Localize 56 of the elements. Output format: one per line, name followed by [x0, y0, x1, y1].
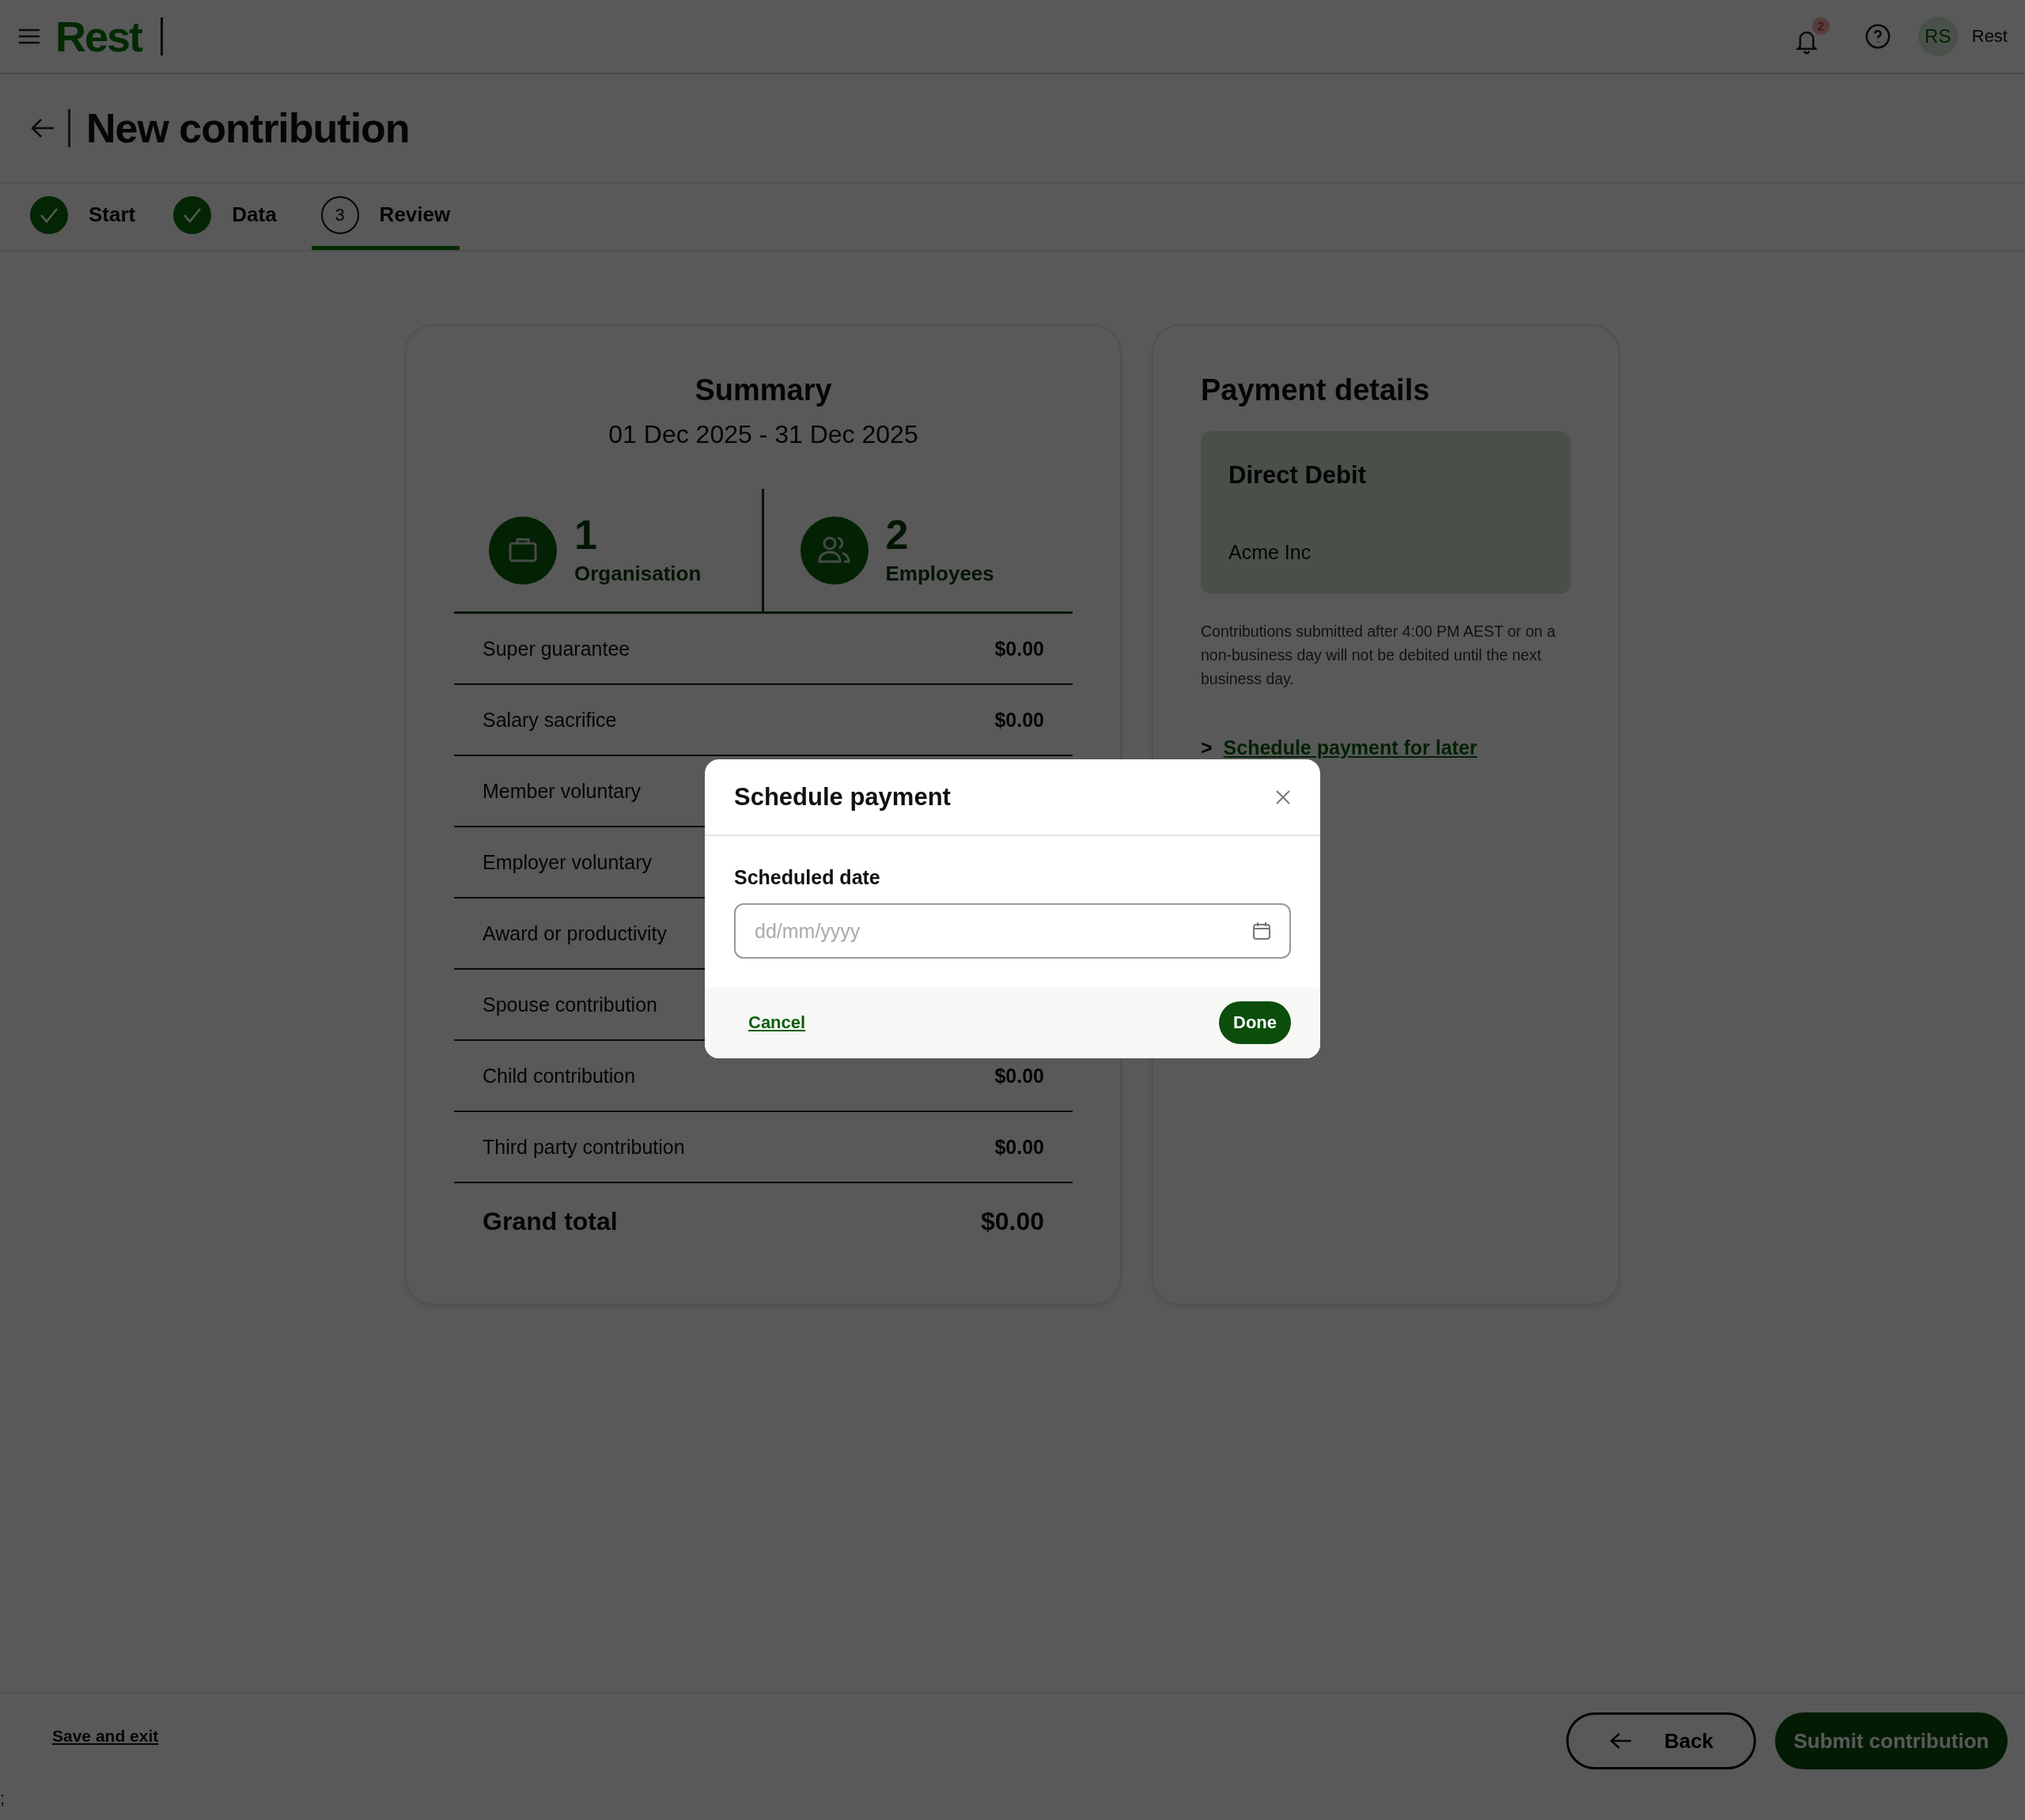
user-name[interactable]: Rest: [1971, 26, 2008, 47]
close-icon[interactable]: [1275, 789, 1291, 805]
notification-button[interactable]: 2: [1792, 17, 1830, 55]
date-input-field[interactable]: dd/mm/yyyy: [734, 903, 1291, 959]
calendar-icon[interactable]: [1251, 921, 1272, 941]
submit-button[interactable]: Submit contribution: [1775, 1712, 2008, 1769]
help-icon[interactable]: [1864, 23, 1891, 50]
notification-badge: 2: [1811, 17, 1830, 35]
user-avatar[interactable]: RS: [1917, 17, 1958, 56]
stat-value: 2: [885, 514, 910, 555]
total-label: Grand total: [483, 1206, 618, 1236]
dialog-title: Schedule payment: [734, 782, 951, 812]
row-label: Salary sacrifice: [483, 708, 617, 732]
check-circle-icon: [173, 195, 212, 234]
row-label: Third party contribution: [483, 1135, 685, 1159]
cancel-link[interactable]: Cancel: [748, 1012, 806, 1033]
method-payer: Acme Inc: [1228, 541, 1312, 564]
step-tab[interactable]: Start: [27, 184, 139, 250]
stat-label: Employees: [885, 562, 994, 586]
field-label: Scheduled date: [734, 866, 881, 889]
save-exit-link[interactable]: Save and exit: [52, 1727, 159, 1746]
row-amount: $0.00: [994, 637, 1044, 660]
row-label: Child contribution: [483, 1064, 636, 1088]
payment-method-card[interactable]: Direct Debit Acme Inc: [1201, 431, 1571, 594]
row-label: Super guarantee: [483, 637, 630, 660]
step-tab[interactable]: Data: [170, 184, 280, 250]
summary-period: 01 Dec 2025 - 31 Dec 2025: [608, 420, 919, 449]
row-amount: $0.00: [994, 1135, 1044, 1159]
row-label: Award or productivity: [483, 921, 667, 945]
stat-value: 1: [574, 514, 598, 555]
step-number: 3: [320, 195, 359, 234]
back-arrow-icon: [1608, 1731, 1633, 1750]
row-label: Employer voluntary: [483, 850, 652, 874]
row-amount: $0.00: [994, 1064, 1044, 1088]
people-icon: [800, 516, 869, 585]
summary-title: Summary: [694, 373, 833, 407]
method-title: Direct Debit: [1228, 461, 1367, 490]
menu-icon[interactable]: [17, 28, 41, 45]
logo[interactable]: Rest: [55, 12, 142, 61]
done-button[interactable]: Done: [1219, 1001, 1291, 1044]
chevron-marker: >: [1201, 736, 1213, 759]
stray-text: ;: [0, 1788, 6, 1810]
step-tab[interactable]: 3 Review: [311, 184, 460, 250]
row-amount: $0.00: [994, 708, 1044, 732]
row-label: Spouse contribution: [483, 993, 657, 1016]
briefcase-icon: [489, 516, 557, 585]
back-button[interactable]: Back: [1566, 1712, 1756, 1769]
total-amount: $0.00: [980, 1206, 1044, 1236]
payment-note: Contributions submitted after 4:00 PM AEST or on a non-business day will not be debited until the next business day.: [1201, 622, 1557, 689]
schedule-link[interactable]: Schedule payment for later: [1223, 736, 1478, 759]
check-circle-icon: [30, 195, 68, 234]
stat-label: Organisation: [574, 562, 702, 586]
payment-title: Payment details: [1201, 373, 1431, 407]
back-arrow-icon[interactable]: [30, 118, 55, 138]
row-label: Member voluntary: [483, 779, 642, 803]
page-title: New contribution: [86, 104, 410, 152]
